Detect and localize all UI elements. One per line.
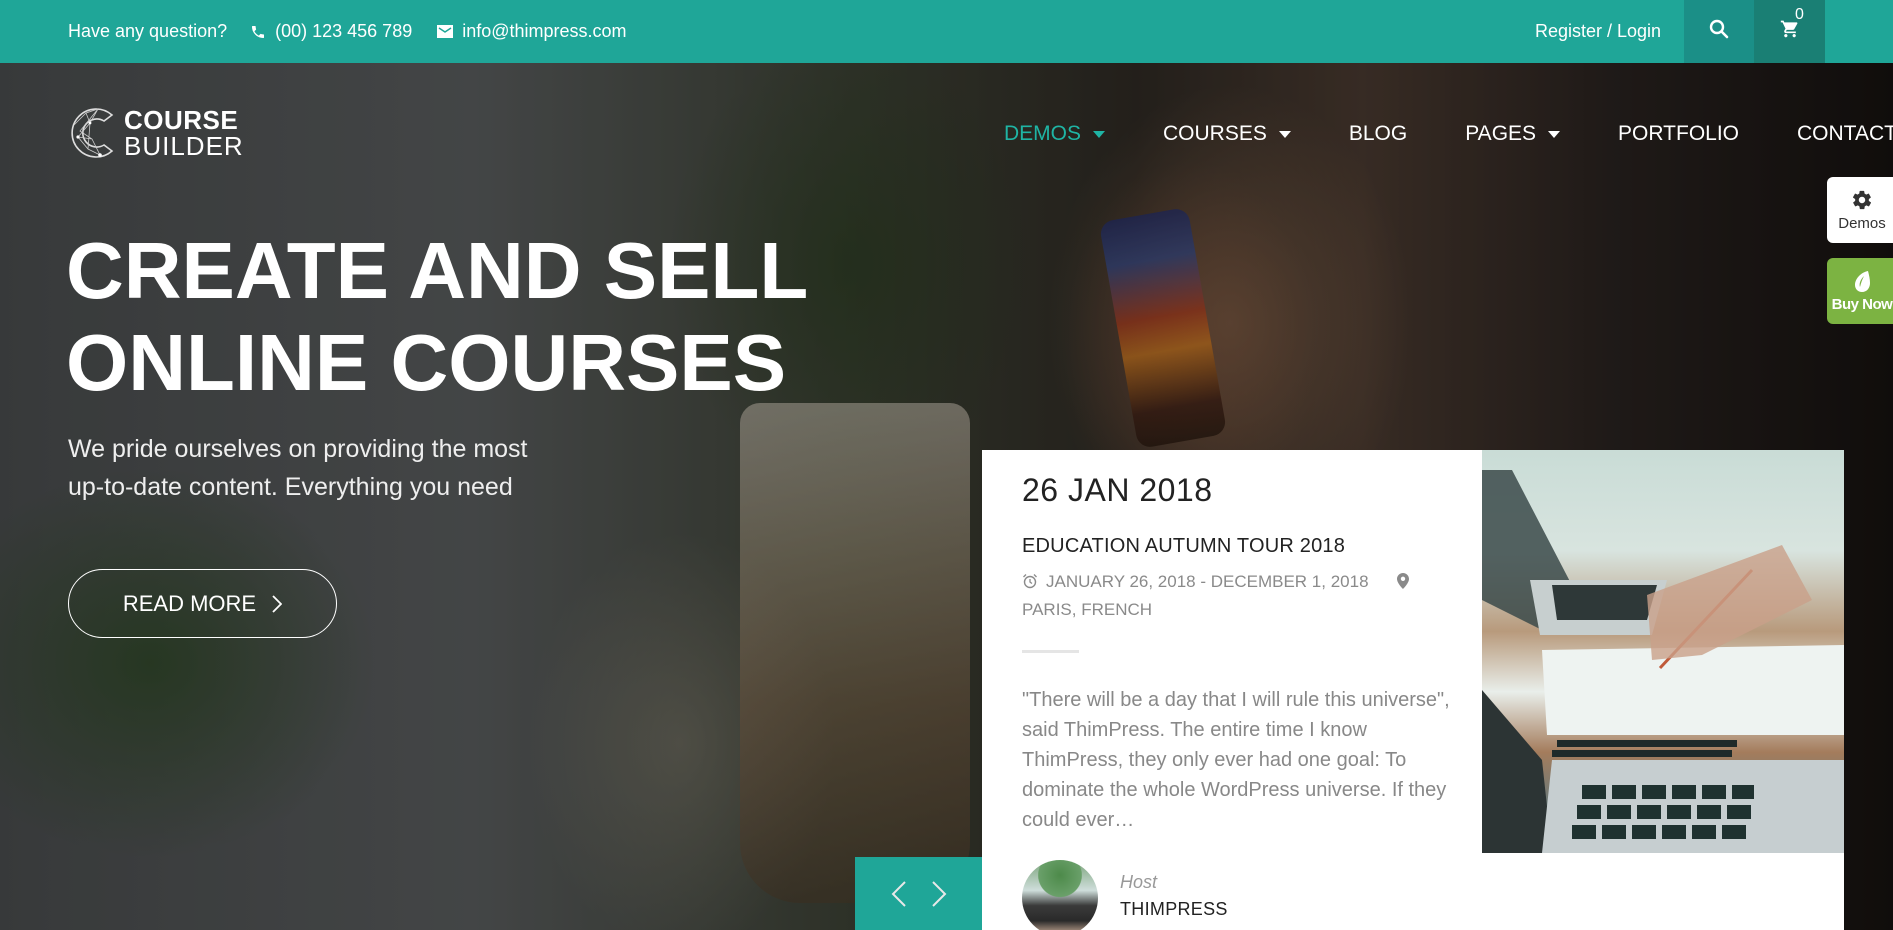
logo-mark-icon — [71, 108, 114, 158]
chevron-right-icon — [272, 594, 283, 613]
main-nav: DEMOS COURSES BLOG PAGES PORTFOLIO CONTA… — [1004, 118, 1893, 150]
event-excerpt: "There will be a day that I will rule th… — [1022, 689, 1450, 831]
caret-down-icon — [1548, 130, 1561, 138]
envelope-icon — [436, 23, 454, 41]
buy-now-side-tab[interactable]: Buy Now — [1827, 258, 1893, 324]
logo-text: COURSE BUILDER — [124, 107, 244, 159]
hero-title: CREATE AND SELL ONLINE COURSES — [66, 225, 808, 409]
event-card: 26 JAN 2018 EDUCATION AUTUMN TOUR 2018 J… — [982, 450, 1844, 930]
next-slide-button[interactable] — [931, 880, 947, 907]
read-more-label: READ MORE — [122, 590, 257, 616]
hero-description: We pride ourselves on providing the most… — [68, 430, 588, 506]
host-text: Host THIMPRESS — [1120, 860, 1228, 920]
divider — [1022, 650, 1079, 653]
search-icon — [1709, 19, 1729, 44]
envato-leaf-icon — [1855, 270, 1870, 292]
phone-number[interactable]: (00) 123 456 789 — [275, 21, 412, 42]
nav-label: PORTFOLIO — [1618, 122, 1740, 145]
cart-button[interactable]: 0 — [1754, 0, 1825, 63]
event-date: 26 JAN 2018 — [1022, 472, 1213, 508]
top-bar: Have any question? (00) 123 456 789 info… — [0, 0, 1893, 63]
hero-title-line2: ONLINE COURSES — [66, 318, 787, 407]
nav-item-courses[interactable]: COURSES — [1163, 118, 1291, 150]
alarm-clock-icon — [1023, 574, 1037, 589]
event-host: Host THIMPRESS — [1022, 860, 1228, 930]
host-label: Host — [1120, 872, 1158, 892]
read-more-button[interactable]: READ MORE — [68, 569, 337, 638]
event-meta: JANUARY 26, 2018 - DECEMBER 1, 2018 PARIS… — [1022, 568, 1442, 624]
nav-item-portfolio[interactable]: PORTFOLIO — [1618, 118, 1739, 150]
chevron-left-icon — [891, 880, 906, 907]
chevron-right-icon — [931, 880, 946, 907]
slider-nav — [855, 857, 982, 930]
nav-item-blog[interactable]: BLOG — [1349, 118, 1407, 150]
nav-label: BLOG — [1348, 122, 1408, 145]
buy-now-label: Buy Now — [1831, 295, 1893, 313]
caret-down-icon — [1278, 130, 1291, 138]
hero-title-line1: CREATE AND SELL — [66, 226, 809, 315]
logo-line1: COURSE — [124, 105, 239, 135]
event-image — [1482, 450, 1844, 853]
nav-item-pages[interactable]: PAGES — [1465, 118, 1561, 150]
nav-item-demos[interactable]: DEMOS — [1004, 118, 1106, 150]
host-avatar — [1022, 860, 1098, 930]
phone-icon — [249, 23, 267, 41]
map-pin-icon — [1396, 573, 1409, 589]
demos-tab-label: Demos — [1838, 214, 1886, 232]
search-button[interactable] — [1684, 0, 1754, 63]
event-photo-laptops — [1482, 470, 1844, 853]
contact-info: Have any question? (00) 123 456 789 info… — [68, 0, 627, 63]
register-login-link[interactable]: Register / Login — [1535, 0, 1661, 63]
caret-down-icon — [1093, 130, 1106, 138]
host-name: THIMPRESS — [1120, 899, 1228, 919]
hero-desc-line2: up-to-date content. Everything you need — [68, 473, 513, 501]
nav-label: PAGES — [1465, 122, 1537, 145]
question-text: Have any question? — [68, 21, 228, 41]
hero-desc-line1: We pride ourselves on providing the most — [68, 435, 528, 463]
nav-label: DEMOS — [1004, 122, 1082, 145]
event-date-range: JANUARY 26, 2018 - DECEMBER 1, 2018 — [1046, 572, 1369, 591]
event-title[interactable]: EDUCATION AUTUMN TOUR 2018 — [1022, 535, 1345, 558]
event-location: PARIS, FRENCH — [1022, 600, 1153, 619]
nav-item-contact[interactable]: CONTACT — [1797, 118, 1893, 150]
logo-line2: BUILDER — [124, 131, 244, 161]
gear-icon — [1852, 190, 1872, 209]
demos-side-tab[interactable]: Demos — [1827, 177, 1893, 243]
cart-count: 0 — [1795, 6, 1804, 23]
prev-slide-button[interactable] — [891, 880, 907, 907]
site-logo[interactable]: COURSE BUILDER — [68, 103, 244, 163]
email-link[interactable]: info@thimpress.com — [462, 21, 626, 42]
nav-label: CONTACT — [1797, 122, 1893, 145]
nav-label: COURSES — [1163, 122, 1267, 145]
